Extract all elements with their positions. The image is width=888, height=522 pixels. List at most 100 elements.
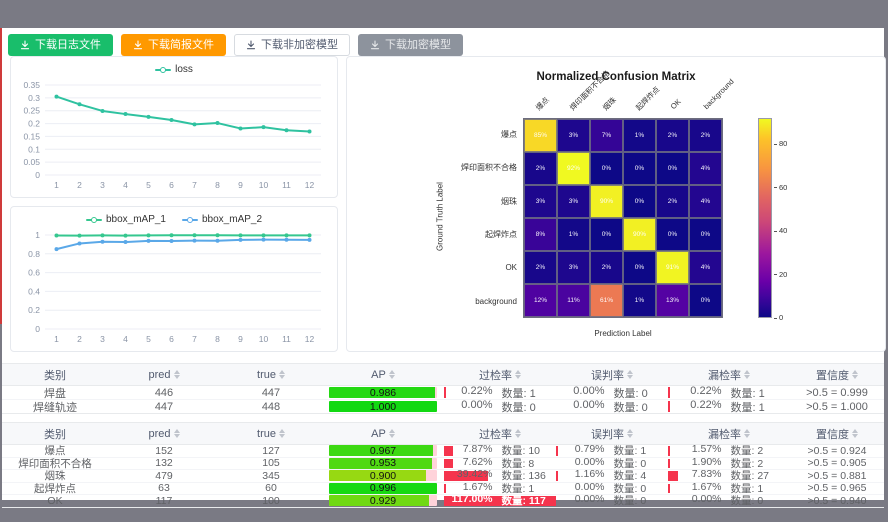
column-header-label: pred xyxy=(148,369,170,381)
matrix-row-label: OK xyxy=(402,251,517,284)
legend-label: bbox_mAP_1 xyxy=(106,214,166,225)
rate-text: 0.00%数量: 0 xyxy=(556,495,668,507)
confusion-matrix-cell: 61% xyxy=(590,284,623,317)
confusion-matrix-cell: 11% xyxy=(557,284,590,317)
rate-percent: 0.00% xyxy=(556,458,605,470)
confusion-matrix-cell: 85% xyxy=(524,119,557,152)
rate-text: 117.00%数量: 117 xyxy=(444,495,556,507)
legend-item-bbox_mAP_1[interactable]: bbox_mAP_1 xyxy=(86,214,166,225)
sort-asc-icon xyxy=(852,429,858,433)
confusion-matrix-cell: 4% xyxy=(689,251,722,284)
legend-item-loss[interactable]: loss xyxy=(155,64,193,75)
sort-asc-icon xyxy=(389,370,395,374)
rate-text: 1.67%数量: 1 xyxy=(444,483,556,495)
svg-text:1: 1 xyxy=(35,230,40,240)
matrix-row-label: 烟珠 xyxy=(402,185,517,218)
rate-percent: 0.79% xyxy=(556,445,605,457)
confusion-matrix-cell: 0% xyxy=(689,284,722,317)
sort-icon[interactable] xyxy=(279,429,285,438)
confusion-matrix-xlabel: Prediction Label xyxy=(523,329,723,338)
sort-desc-icon xyxy=(174,375,180,379)
ap-value: 0.929 xyxy=(329,495,437,506)
sort-desc-icon xyxy=(852,375,858,379)
rate-text: 7.62% 数量: 8 xyxy=(444,458,556,470)
rate-percent: 7.62% xyxy=(444,458,493,470)
sort-icon[interactable] xyxy=(174,429,180,438)
rate-count: 数量: 1 xyxy=(731,400,787,413)
pred-cell: 117 xyxy=(108,495,220,507)
column-header-误判率[interactable]: 误判率 xyxy=(556,423,668,444)
sort-desc-icon xyxy=(744,434,750,438)
matrix-col-label: 爆点 xyxy=(534,95,552,113)
rate-text: 1.67%数量: 1 xyxy=(672,483,787,495)
column-header-AP[interactable]: AP xyxy=(322,364,444,385)
sort-asc-icon xyxy=(744,370,750,374)
sort-icon[interactable] xyxy=(389,370,395,379)
rate-percent: 0.00% xyxy=(444,400,493,413)
download-plain-model-button[interactable]: 下载非加密模型 xyxy=(234,34,350,56)
sort-icon[interactable] xyxy=(744,429,750,438)
svg-text:0.2: 0.2 xyxy=(28,119,40,129)
column-header-置信度[interactable]: 置信度 xyxy=(790,423,884,444)
svg-text:12: 12 xyxy=(305,180,315,190)
svg-text:5: 5 xyxy=(146,334,151,344)
rate-percent: 0.22% xyxy=(672,400,722,413)
missed-detection-cell: 1.57%数量: 2 xyxy=(668,445,790,457)
sort-icon[interactable] xyxy=(515,370,521,379)
column-header-漏检率[interactable]: 漏检率 xyxy=(668,423,790,444)
rate-text: 0.22% 数量: 1 xyxy=(672,400,787,413)
sort-icon[interactable] xyxy=(744,370,750,379)
rate-percent: 0.00% xyxy=(556,483,605,495)
sort-desc-icon xyxy=(389,434,395,438)
legend-marker-icon xyxy=(86,219,102,221)
rate-percent: 0.00% xyxy=(556,400,605,413)
column-header-true[interactable]: true xyxy=(220,364,322,385)
rate-count: 数量: 8 xyxy=(502,458,557,470)
sort-icon[interactable] xyxy=(627,370,633,379)
sort-icon[interactable] xyxy=(852,370,858,379)
column-header-过检率[interactable]: 过检率 xyxy=(444,423,556,444)
ap-bar: 0.986 xyxy=(329,387,437,398)
sort-asc-icon xyxy=(279,429,285,433)
sort-icon[interactable] xyxy=(515,429,521,438)
svg-text:0.15: 0.15 xyxy=(23,131,40,141)
ap-value: 1.000 xyxy=(329,401,437,412)
column-header-label: 类别 xyxy=(44,426,66,442)
download-icon xyxy=(370,40,380,50)
column-header-label: 漏检率 xyxy=(708,367,741,383)
legend-item-bbox_mAP_2[interactable]: bbox_mAP_2 xyxy=(182,214,262,225)
colorbar-tick: 20 xyxy=(774,270,787,279)
column-header-label: 置信度 xyxy=(816,426,849,442)
sort-icon[interactable] xyxy=(389,429,395,438)
ap-cell: 0.900 xyxy=(322,470,444,482)
pred-cell: 132 xyxy=(108,458,220,470)
legend-marker-icon xyxy=(182,219,198,221)
over-detection-cell: 1.67%数量: 1 xyxy=(444,483,556,495)
ap-bar: 0.996 xyxy=(329,483,437,494)
svg-text:0: 0 xyxy=(35,170,40,180)
column-header-置信度[interactable]: 置信度 xyxy=(790,364,884,385)
column-header-pred[interactable]: pred xyxy=(108,423,220,444)
download-log-button[interactable]: 下载日志文件 xyxy=(8,34,113,56)
legend-label: bbox_mAP_2 xyxy=(202,214,262,225)
column-header-AP[interactable]: AP xyxy=(322,423,444,444)
sort-desc-icon xyxy=(279,434,285,438)
download-report-button[interactable]: 下载简报文件 xyxy=(121,34,226,56)
column-header-过检率[interactable]: 过检率 xyxy=(444,364,556,385)
column-header-true[interactable]: true xyxy=(220,423,322,444)
column-header-pred[interactable]: pred xyxy=(108,364,220,385)
sort-icon[interactable] xyxy=(627,429,633,438)
sort-icon[interactable] xyxy=(852,429,858,438)
svg-text:0.8: 0.8 xyxy=(28,249,40,259)
over-detection-cell: 117.00%数量: 117 xyxy=(444,495,556,507)
confusion-matrix-cell: 12% xyxy=(524,284,557,317)
rate-text: 7.83%数量: 27 xyxy=(672,470,787,482)
rate-text: 0.00%数量: 0 xyxy=(556,458,668,470)
sort-icon[interactable] xyxy=(279,370,285,379)
column-header-漏检率[interactable]: 漏检率 xyxy=(668,364,790,385)
column-header-误判率[interactable]: 误判率 xyxy=(556,364,668,385)
download-encrypted-model-button[interactable]: 下载加密模型 xyxy=(358,34,463,56)
sort-icon[interactable] xyxy=(174,370,180,379)
true-cell: 100 xyxy=(220,495,322,507)
rate-count: 数量: 1 xyxy=(731,483,787,495)
